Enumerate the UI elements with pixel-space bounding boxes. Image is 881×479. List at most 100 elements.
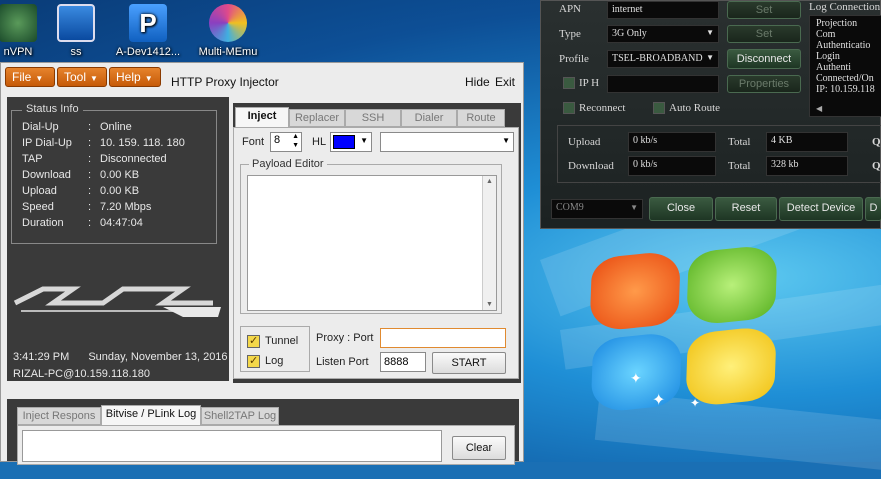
options-group: ✓ Tunnel ✓ Log <box>240 326 310 372</box>
tab-bitvise-plink-log[interactable]: Bitvise / PLink Log <box>101 405 201 425</box>
chevron-down-icon: ▼ <box>502 136 510 145</box>
proxy-port-input[interactable] <box>380 328 506 348</box>
hl-label: HL <box>312 136 327 148</box>
left-panel: Status Info Dial-Up: Online IP Dial-Up:10… <box>7 97 229 381</box>
desktop-icon-label: nVPN <box>3 46 33 58</box>
tab-route[interactable]: Route <box>457 109 505 127</box>
iph-input[interactable] <box>607 75 719 93</box>
desktop-icon-adev[interactable]: P A-Dev1412... <box>108 0 188 58</box>
upload-label: Upload <box>568 136 601 148</box>
bottom-log-panel: Inject Respons Bitvise / PLink Log Shell… <box>7 399 519 465</box>
tab-inject-respons[interactable]: Inject Respons <box>17 407 101 425</box>
disconnect-button[interactable]: Disconnect <box>727 49 801 69</box>
apn-set-button[interactable]: Set <box>727 1 801 19</box>
desktop-icon-label: ss <box>70 46 82 58</box>
color-swatch <box>333 135 355 149</box>
desktop-icon-label: Multi-MEmu <box>198 46 258 58</box>
com-port-value: COM9 <box>556 202 584 213</box>
tab-shell2tap-log[interactable]: Shell2TAP Log <box>201 407 279 425</box>
log-textarea[interactable] <box>22 430 442 462</box>
exit-button[interactable]: Exit <box>495 75 515 89</box>
q-label-1: Q <box>872 136 881 148</box>
log-line: IP: 10.159.118 <box>816 84 875 95</box>
modem-dialer-window: APN internet Set Type 3G Only ▼ Set Prof… <box>540 0 881 229</box>
clock-display: 3:41:29 PM Sunday, November 13, 2016 <box>13 351 228 363</box>
log-line: Projection Com <box>816 18 858 40</box>
status-info-header: Status Info <box>22 103 83 115</box>
desktop-icon-multimemu[interactable]: Multi-MEmu <box>188 0 268 58</box>
log-line: Authenticatio <box>816 40 871 51</box>
tunnel-label: Tunnel <box>265 335 299 347</box>
inject-tab-body: Font 8 ▲ ▼ HL ▼ ▼ Payload Editor ▲ ▼ ✓ T… <box>233 127 519 379</box>
highlight-color-picker[interactable]: ▼ <box>330 132 372 152</box>
time-text: 3:41:29 PM <box>13 351 70 363</box>
font-name-dropdown[interactable]: ▼ <box>380 132 514 152</box>
log-line: Login Authenti <box>816 51 851 73</box>
chevron-down-icon: ▼ <box>706 28 714 37</box>
font-size-spinner[interactable]: 8 ▲ ▼ <box>270 132 302 152</box>
window-icon <box>57 4 95 42</box>
sparkle-icon: ✦ <box>652 392 666 409</box>
total-up-label: Total <box>728 136 751 148</box>
desktop-icon-label: A-Dev1412... <box>115 46 181 58</box>
spinner-arrows-icon[interactable]: ▲ ▼ <box>292 132 299 150</box>
chevron-down-icon: ▼ <box>706 53 714 62</box>
iph-checkbox[interactable] <box>563 77 575 89</box>
extra-button[interactable]: D <box>865 197 881 221</box>
tab-dialer[interactable]: Dialer <box>401 109 457 127</box>
date-text: Sunday, November 13, 2016 <box>88 351 228 363</box>
profile-select[interactable]: TSEL-BROADBAND ▼ <box>607 50 719 68</box>
type-select[interactable]: 3G Only ▼ <box>607 25 719 43</box>
com-port-select[interactable]: COM9 ▼ <box>551 199 643 219</box>
tab-ssh[interactable]: SSH <box>345 109 401 127</box>
auto-route-checkbox[interactable] <box>653 102 665 114</box>
scroll-up-icon[interactable]: ▲ <box>486 178 493 185</box>
scroll-down-icon[interactable]: ▼ <box>486 301 493 308</box>
payload-editor-textarea[interactable]: ▲ ▼ <box>247 175 497 311</box>
apn-input[interactable]: internet <box>607 1 719 19</box>
type-label: Type <box>559 28 581 40</box>
q-label-2: Q <box>872 160 881 172</box>
total-download: 328 kb <box>766 156 848 176</box>
payload-scrollbar[interactable]: ▲ ▼ <box>482 176 496 310</box>
listen-port-input[interactable]: 8888 <box>380 352 426 372</box>
reconnect-checkbox[interactable] <box>563 102 575 114</box>
auto-route-label: Auto Route <box>669 102 721 114</box>
clear-button[interactable]: Clear <box>452 436 506 460</box>
listen-port-label: Listen Port <box>316 356 369 368</box>
tunnel-checkbox[interactable]: ✓ <box>247 335 260 348</box>
properties-button[interactable]: Properties <box>727 75 801 93</box>
download-rate: 0 kb/s <box>628 156 716 176</box>
p-letter-icon: P <box>129 4 167 42</box>
help-menu-button[interactable]: Help ▼ <box>109 67 161 87</box>
log-connection-title: Log Connection <box>809 1 881 13</box>
reconnect-label: Reconnect <box>579 102 626 114</box>
close-button[interactable]: Close <box>649 197 713 221</box>
payload-editor-group: Payload Editor ▲ ▼ <box>240 158 502 314</box>
hide-button[interactable]: Hide <box>465 75 490 89</box>
log-connection-box[interactable]: Projection Com Authenticatio Login Authe… <box>809 15 881 117</box>
traffic-group: Upload 0 kb/s Total 4 KB Q Download 0 kb… <box>557 125 881 183</box>
log-checkbox[interactable]: ✓ <box>247 355 260 368</box>
log-tab-body: Clear <box>17 425 515 465</box>
sparkle-icon: ✦ <box>630 370 642 386</box>
desktop-icon-ss[interactable]: ss <box>36 0 116 58</box>
file-menu-button[interactable]: File ▼ <box>5 67 55 87</box>
apn-label: APN <box>559 3 582 15</box>
start-button[interactable]: START <box>432 352 506 374</box>
tab-inject[interactable]: Inject <box>235 107 289 127</box>
scroll-left-icon[interactable]: ◀ <box>816 103 822 114</box>
status-info-group: Status Info Dial-Up: Online IP Dial-Up:10… <box>11 103 217 244</box>
multimemu-icon <box>209 4 247 42</box>
tool-menu-button[interactable]: Tool ▼ <box>57 67 107 87</box>
total-down-label: Total <box>728 160 751 172</box>
detect-device-button[interactable]: Detect Device <box>779 197 863 221</box>
profile-value: TSEL-BROADBAND <box>612 53 703 64</box>
reset-button[interactable]: Reset <box>715 197 777 221</box>
upload-rate: 0 kb/s <box>628 132 716 152</box>
tab-replacer[interactable]: Replacer <box>289 109 345 127</box>
type-set-button[interactable]: Set <box>727 25 801 43</box>
main-tabs: Inject Replacer SSH Dialer Route <box>233 107 513 127</box>
download-label: Download <box>568 160 614 172</box>
window-title: HTTP Proxy Injector <box>171 75 279 89</box>
